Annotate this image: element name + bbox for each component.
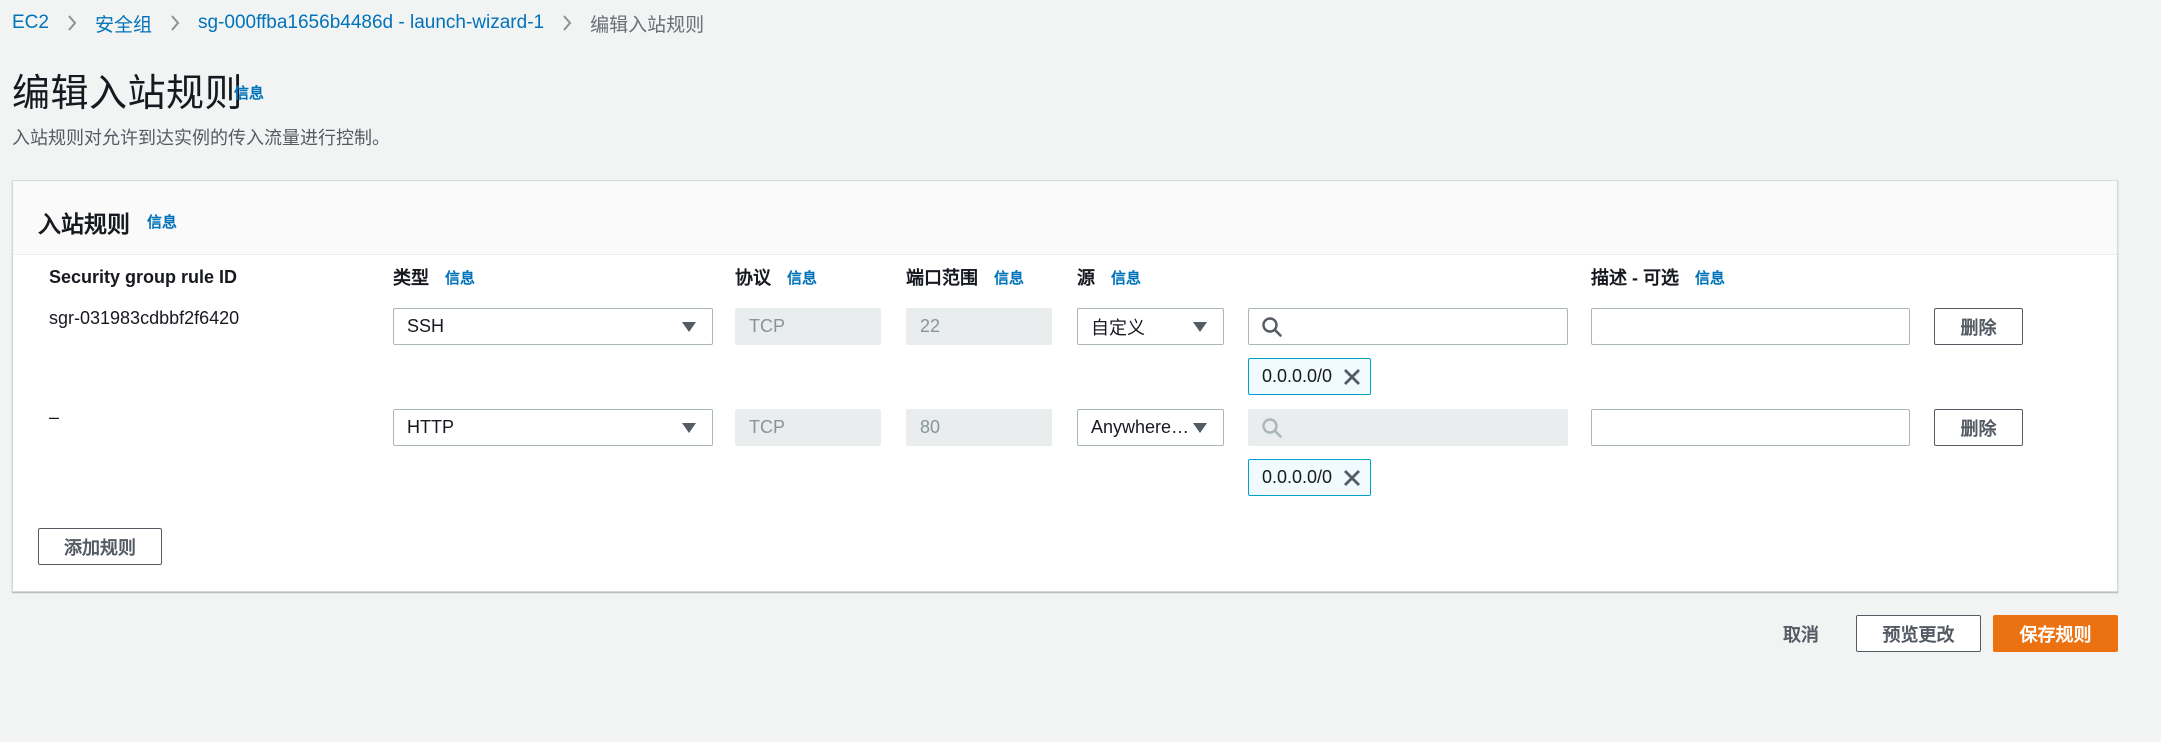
source-select[interactable]: Anywhere…	[1077, 409, 1224, 446]
source-select[interactable]: 自定义	[1077, 308, 1224, 345]
search-icon	[1262, 417, 1282, 438]
port-range-field: 22	[906, 308, 1052, 345]
description-info-link[interactable]: 信息	[1695, 267, 1725, 288]
page-title: 编辑入站规则	[12, 73, 244, 115]
caret-down-icon	[1193, 321, 1207, 332]
cidr-token: 0.0.0.0/0	[1248, 459, 1372, 496]
rule-id: –	[49, 407, 60, 427]
cidr-search-input	[1248, 409, 1568, 446]
protocol-info-link[interactable]: 信息	[787, 267, 817, 288]
add-rule-button[interactable]: 添加规则	[38, 528, 162, 565]
page: EC2 安全组 sg-000ffba1656b4486d - launch-wi…	[0, 0, 2161, 742]
column-header-protocol: 协议 信息	[735, 263, 817, 291]
protocol-field: TCP	[735, 409, 881, 446]
source-info-link[interactable]: 信息	[1111, 267, 1141, 288]
type-select-value: HTTP	[407, 417, 454, 437]
chevron-right-icon	[562, 15, 572, 31]
cancel-button[interactable]: 取消	[1770, 615, 1832, 652]
chevron-right-icon	[170, 15, 180, 31]
cidr-token-label: 0.0.0.0/0	[1262, 366, 1333, 386]
inbound-rules-panel: 入站规则 信息 Security group rule ID 类型 信息 协议 …	[12, 180, 2118, 592]
column-label: 源	[1077, 268, 1095, 288]
port-range-info-link[interactable]: 信息	[994, 267, 1024, 288]
title-info-link[interactable]: 信息	[234, 82, 264, 103]
port-range-field: 80	[906, 409, 1052, 446]
description-input[interactable]	[1591, 308, 1910, 345]
search-icon	[1262, 316, 1282, 337]
close-icon[interactable]	[1342, 367, 1362, 387]
column-header-source: 源 信息	[1077, 263, 1141, 291]
type-select-value: SSH	[407, 316, 445, 336]
breadcrumb-security-groups[interactable]: 安全组	[95, 10, 152, 37]
protocol-field: TCP	[735, 308, 881, 345]
caret-down-icon	[1193, 422, 1207, 433]
caret-down-icon	[682, 321, 696, 332]
delete-rule-button[interactable]: 删除	[1934, 308, 2023, 345]
type-select[interactable]: SSH	[393, 308, 713, 345]
column-label: 端口范围	[906, 268, 978, 288]
column-label: 类型	[393, 268, 429, 288]
column-label: 描述 - 可选	[1591, 268, 1679, 288]
chevron-right-icon	[67, 15, 77, 31]
breadcrumb: EC2 安全组 sg-000ffba1656b4486d - launch-wi…	[12, 10, 704, 36]
cidr-search-input[interactable]	[1248, 308, 1568, 345]
column-label: Security group rule ID	[49, 266, 238, 287]
rule-id: sgr-031983cdbbf2f6420	[49, 308, 240, 328]
panel-title: 入站规则	[38, 211, 130, 237]
column-header-type: 类型 信息	[393, 263, 475, 291]
type-info-link[interactable]: 信息	[445, 267, 475, 288]
type-select[interactable]: HTTP	[393, 409, 713, 446]
column-header-rule-id: Security group rule ID	[49, 263, 237, 291]
breadcrumb-security-group[interactable]: sg-000ffba1656b4486d - launch-wizard-1	[198, 12, 544, 34]
breadcrumb-current: 编辑入站规则	[590, 14, 705, 36]
description-input[interactable]	[1591, 409, 1910, 446]
close-icon[interactable]	[1342, 468, 1362, 488]
save-rules-button[interactable]: 保存规则	[1993, 615, 2118, 652]
column-label: 协议	[735, 268, 771, 288]
column-header-description: 描述 - 可选 信息	[1591, 263, 1725, 291]
delete-rule-button[interactable]: 删除	[1934, 409, 2023, 446]
source-select-value: Anywhere…	[1091, 417, 1187, 437]
panel-info-link[interactable]: 信息	[147, 211, 177, 232]
panel-header: 入站规则 信息	[13, 181, 2117, 255]
caret-down-icon	[682, 422, 696, 433]
breadcrumb-ec2[interactable]: EC2	[12, 12, 49, 34]
page-description: 入站规则对允许到达实例的传入流量进行控制。	[12, 128, 390, 148]
preview-changes-button[interactable]: 预览更改	[1856, 615, 1981, 652]
cidr-token-label: 0.0.0.0/0	[1262, 467, 1333, 487]
column-header-port-range: 端口范围 信息	[906, 263, 1024, 291]
cidr-token: 0.0.0.0/0	[1248, 358, 1372, 395]
source-select-value: 自定义	[1091, 317, 1145, 338]
